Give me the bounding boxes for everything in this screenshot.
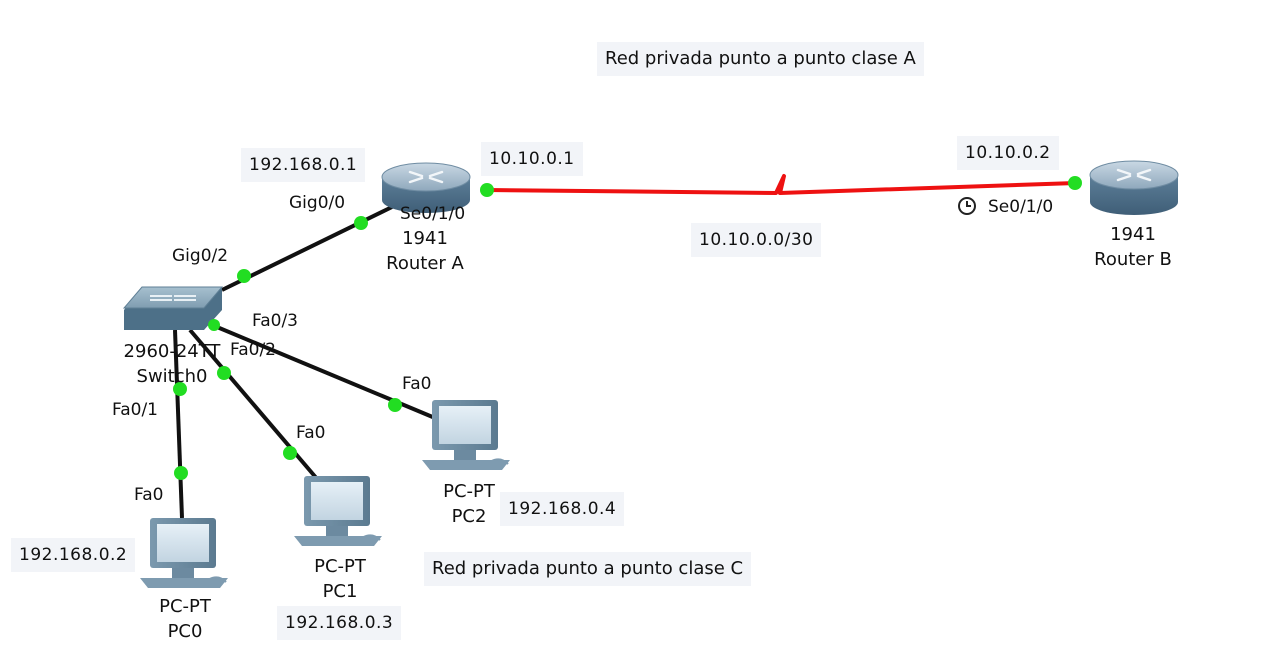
pc1-name: PC1 [322, 581, 358, 602]
pc0-model: PC-PT [159, 596, 211, 617]
port-switch-fa2: Fa0/2 [230, 340, 276, 360]
pc0-label: PC-PT PC0 [135, 594, 235, 644]
link-up-dot-ra-gig [354, 216, 368, 230]
port-pc0-fa: Fa0 [134, 485, 164, 505]
note-class-c: Red privada punto a punto clase C [424, 552, 752, 586]
ip-router-a-lan: 192.168.0.1 [241, 148, 366, 182]
clock-icon [958, 197, 976, 215]
pc2-name: PC2 [451, 506, 487, 527]
pc0-name: PC0 [167, 621, 203, 642]
pc1-icon[interactable] [294, 476, 382, 546]
note-class-a: Red privada punto a punto clase A [597, 42, 924, 76]
router-b-name: Router B [1094, 249, 1172, 270]
link-up-dot-sw-fa3 [208, 319, 220, 331]
router-b-icon[interactable] [1089, 160, 1179, 215]
port-router-a-se: Se0/1/0 [400, 204, 466, 224]
links [173, 174, 1077, 519]
router-a-label: 1941 Router A [370, 226, 480, 276]
router-b-label: 1941 Router B [1078, 222, 1188, 272]
port-router-a-gig: Gig0/0 [289, 193, 346, 213]
link-up-dot-pc2-fa [388, 398, 402, 412]
ip-pc1: 192.168.0.3 [277, 606, 402, 640]
link-up-dot-sw-gig [237, 269, 251, 283]
ip-router-a-wan: 10.10.0.1 [481, 142, 583, 176]
ip-router-b-wan: 10.10.0.2 [957, 136, 1059, 170]
ip-wan-network: 10.10.0.0/30 [691, 223, 822, 257]
pc1-model: PC-PT [314, 556, 366, 577]
switch0-icon[interactable] [122, 286, 224, 330]
port-router-b-se: Se0/1/0 [988, 197, 1054, 217]
link-up-dot-pc1-fa [283, 446, 297, 460]
switch0-name: Switch0 [136, 366, 208, 387]
pc1-label: PC-PT PC1 [290, 554, 390, 604]
pc0-icon[interactable] [140, 518, 228, 588]
port-switch-gig: Gig0/2 [172, 246, 229, 266]
link-up-dot-ra-se [480, 183, 494, 197]
port-pc1-fa: Fa0 [296, 423, 326, 443]
port-pc2-fa: Fa0 [402, 374, 432, 394]
link-up-dot-pc0-fa [174, 466, 188, 480]
switch0-model: 2960-24TT [123, 341, 221, 362]
router-a-name: Router A [386, 253, 464, 274]
ip-pc0: 192.168.0.2 [11, 538, 136, 572]
pc2-model: PC-PT [443, 481, 495, 502]
switch0-label: 2960-24TT Switch0 [112, 339, 232, 389]
port-switch-fa1: Fa0/1 [112, 400, 158, 420]
router-a-model: 1941 [402, 228, 448, 249]
serial-link-router-a-router-b[interactable] [486, 174, 1077, 195]
pc2-icon[interactable] [422, 400, 510, 470]
link-up-dot-rb-se [1068, 176, 1082, 190]
pc2-label: PC-PT PC2 [419, 479, 519, 529]
router-b-model: 1941 [1110, 224, 1156, 245]
port-switch-fa3: Fa0/3 [252, 311, 298, 331]
